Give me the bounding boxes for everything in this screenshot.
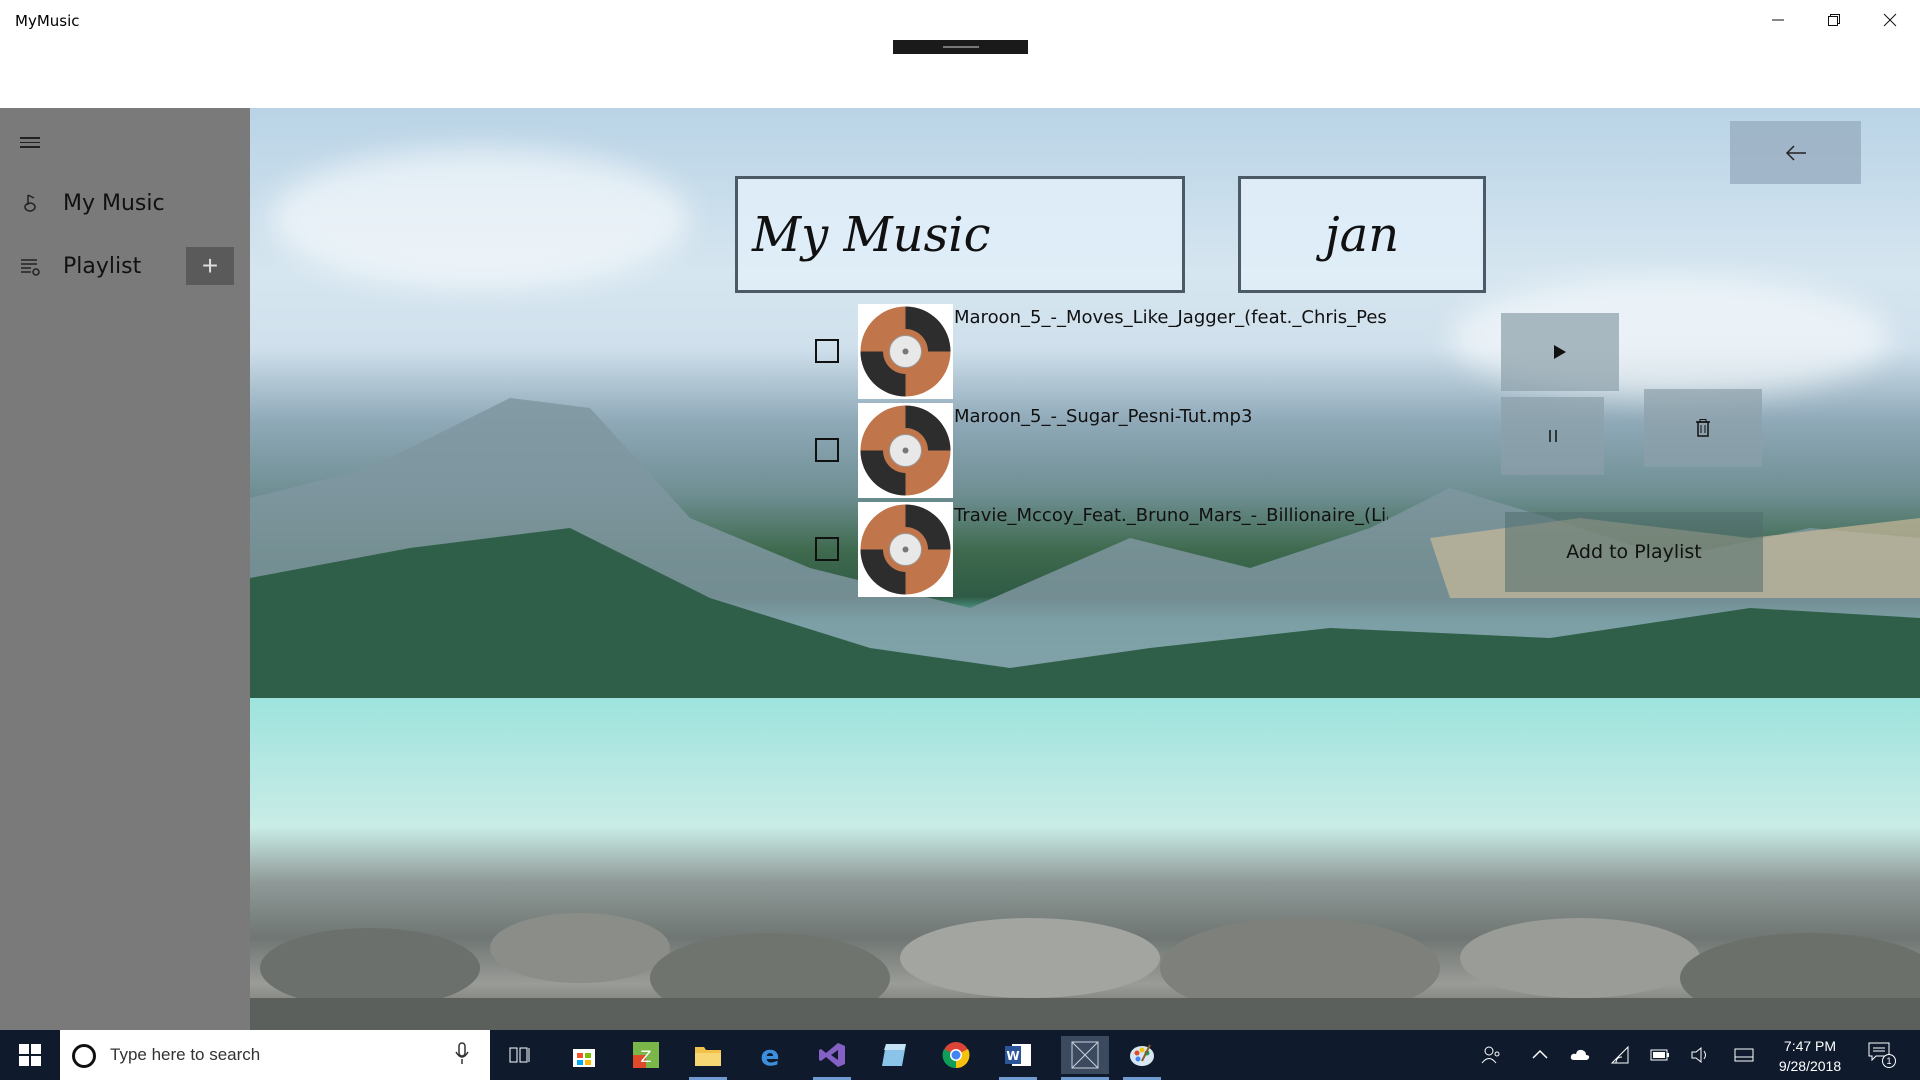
minimize-button[interactable] — [1750, 0, 1806, 40]
song-checkbox[interactable] — [815, 537, 839, 561]
visual-studio-icon[interactable] — [813, 1036, 851, 1080]
title-bar: MyMusic — [0, 0, 1920, 108]
vinyl-record-icon — [860, 306, 951, 397]
song-list-item[interactable]: Maroon_5_-_Sugar_Pesni-Tut.mp3 — [800, 403, 1400, 498]
people-icon[interactable] — [1481, 1045, 1501, 1065]
song-list-item[interactable]: Travie_Mccoy_Feat._Bruno_Mars_-_Billiona… — [800, 502, 1400, 597]
sidebar-item-label: Playlist — [63, 253, 142, 279]
song-checkbox[interactable] — [815, 438, 839, 462]
sidebar-item-label: My Music — [63, 190, 165, 216]
sidebar: My Music Playlist + — [0, 108, 250, 1030]
mymusic-app-icon[interactable] — [1061, 1036, 1109, 1080]
edge-browser-icon[interactable]: e — [751, 1036, 789, 1074]
action-center-button[interactable]: 1 — [1868, 1042, 1896, 1068]
restore-button[interactable] — [1806, 0, 1862, 40]
app-title: MyMusic — [15, 12, 80, 30]
song-name: Maroon_5_-_Moves_Like_Jagger_(feat._Chri… — [954, 307, 1388, 328]
task-view-icon[interactable] — [501, 1036, 539, 1074]
minimize-icon — [1772, 19, 1784, 21]
music-note-icon — [24, 194, 36, 212]
microphone-icon[interactable] — [455, 1042, 469, 1066]
word-icon[interactable]: W — [999, 1036, 1037, 1080]
album-art — [858, 304, 953, 399]
song-name: Maroon_5_-_Sugar_Pesni-Tut.mp3 — [954, 406, 1253, 427]
vinyl-record-icon — [860, 405, 951, 496]
add-playlist-button[interactable]: + — [186, 247, 234, 285]
playlist-icon — [21, 259, 40, 276]
rocks-scenery — [250, 913, 1920, 1030]
taskbar: Type here to search Z e W 7:47 PM 9/28/2… — [0, 1030, 1920, 1080]
song-list-item[interactable]: Maroon_5_-_Moves_Like_Jagger_(feat._Chri… — [800, 304, 1400, 399]
play-button[interactable] — [1501, 313, 1619, 391]
restore-icon — [1828, 14, 1840, 26]
notification-count-badge: 1 — [1882, 1054, 1896, 1068]
clock-date: 9/28/2018 — [1778, 1058, 1842, 1074]
cloud-decoration — [270, 148, 690, 288]
onedrive-cloud-icon[interactable] — [1570, 1045, 1590, 1065]
svg-text:Z: Z — [641, 1047, 652, 1066]
z-app-icon[interactable]: Z — [627, 1036, 665, 1074]
cortana-icon — [72, 1044, 96, 1068]
keyboard-input-icon[interactable] — [1734, 1045, 1754, 1065]
sidebar-item-my-music[interactable]: My Music — [0, 178, 250, 228]
user-name: jan — [1324, 206, 1400, 263]
play-icon — [1554, 345, 1566, 359]
pause-button[interactable] — [1501, 397, 1604, 475]
drag-handle[interactable] — [893, 40, 1028, 54]
add-to-playlist-button[interactable]: Add to Playlist — [1505, 512, 1763, 592]
page-title: My Music — [752, 206, 991, 263]
hamburger-menu-icon[interactable] — [20, 134, 42, 150]
search-placeholder: Type here to search — [110, 1045, 261, 1064]
arrow-left-icon — [1785, 144, 1806, 161]
store-icon[interactable] — [565, 1036, 603, 1074]
song-checkbox[interactable] — [815, 339, 839, 363]
back-button[interactable] — [1730, 121, 1861, 184]
svg-text:W: W — [1006, 1049, 1019, 1063]
chrome-browser-icon[interactable] — [937, 1036, 975, 1074]
taskbar-search-box[interactable]: Type here to search — [60, 1030, 490, 1080]
close-icon — [1883, 13, 1897, 27]
paint-app-icon[interactable] — [1123, 1036, 1161, 1080]
file-explorer-icon[interactable] — [689, 1036, 727, 1080]
close-button[interactable] — [1862, 0, 1918, 40]
delete-button[interactable] — [1644, 389, 1762, 467]
notes-app-icon[interactable] — [875, 1036, 913, 1074]
main-content: My Music jan Maroon_5_-_Moves_Like_Jagge… — [250, 108, 1920, 1030]
svg-text:e: e — [761, 1041, 780, 1069]
album-art — [858, 403, 953, 498]
song-name: Travie_Mccoy_Feat._Bruno_Mars_-_Billiona… — [954, 505, 1388, 526]
page-title-box: My Music — [735, 176, 1185, 293]
wifi-icon[interactable] — [1610, 1045, 1630, 1065]
user-name-box: jan — [1238, 176, 1486, 293]
pause-icon — [1548, 430, 1557, 442]
chevron-up-icon[interactable] — [1530, 1045, 1550, 1065]
windows-logo-icon — [19, 1044, 41, 1066]
album-art — [858, 502, 953, 597]
start-button[interactable] — [0, 1030, 60, 1080]
volume-icon[interactable] — [1690, 1045, 1710, 1065]
vinyl-record-icon — [860, 504, 951, 595]
clock-time: 7:47 PM — [1783, 1038, 1837, 1054]
battery-icon[interactable] — [1650, 1045, 1670, 1065]
taskbar-clock[interactable]: 7:47 PM 9/28/2018 — [1760, 1036, 1860, 1076]
trash-icon — [1696, 419, 1710, 437]
